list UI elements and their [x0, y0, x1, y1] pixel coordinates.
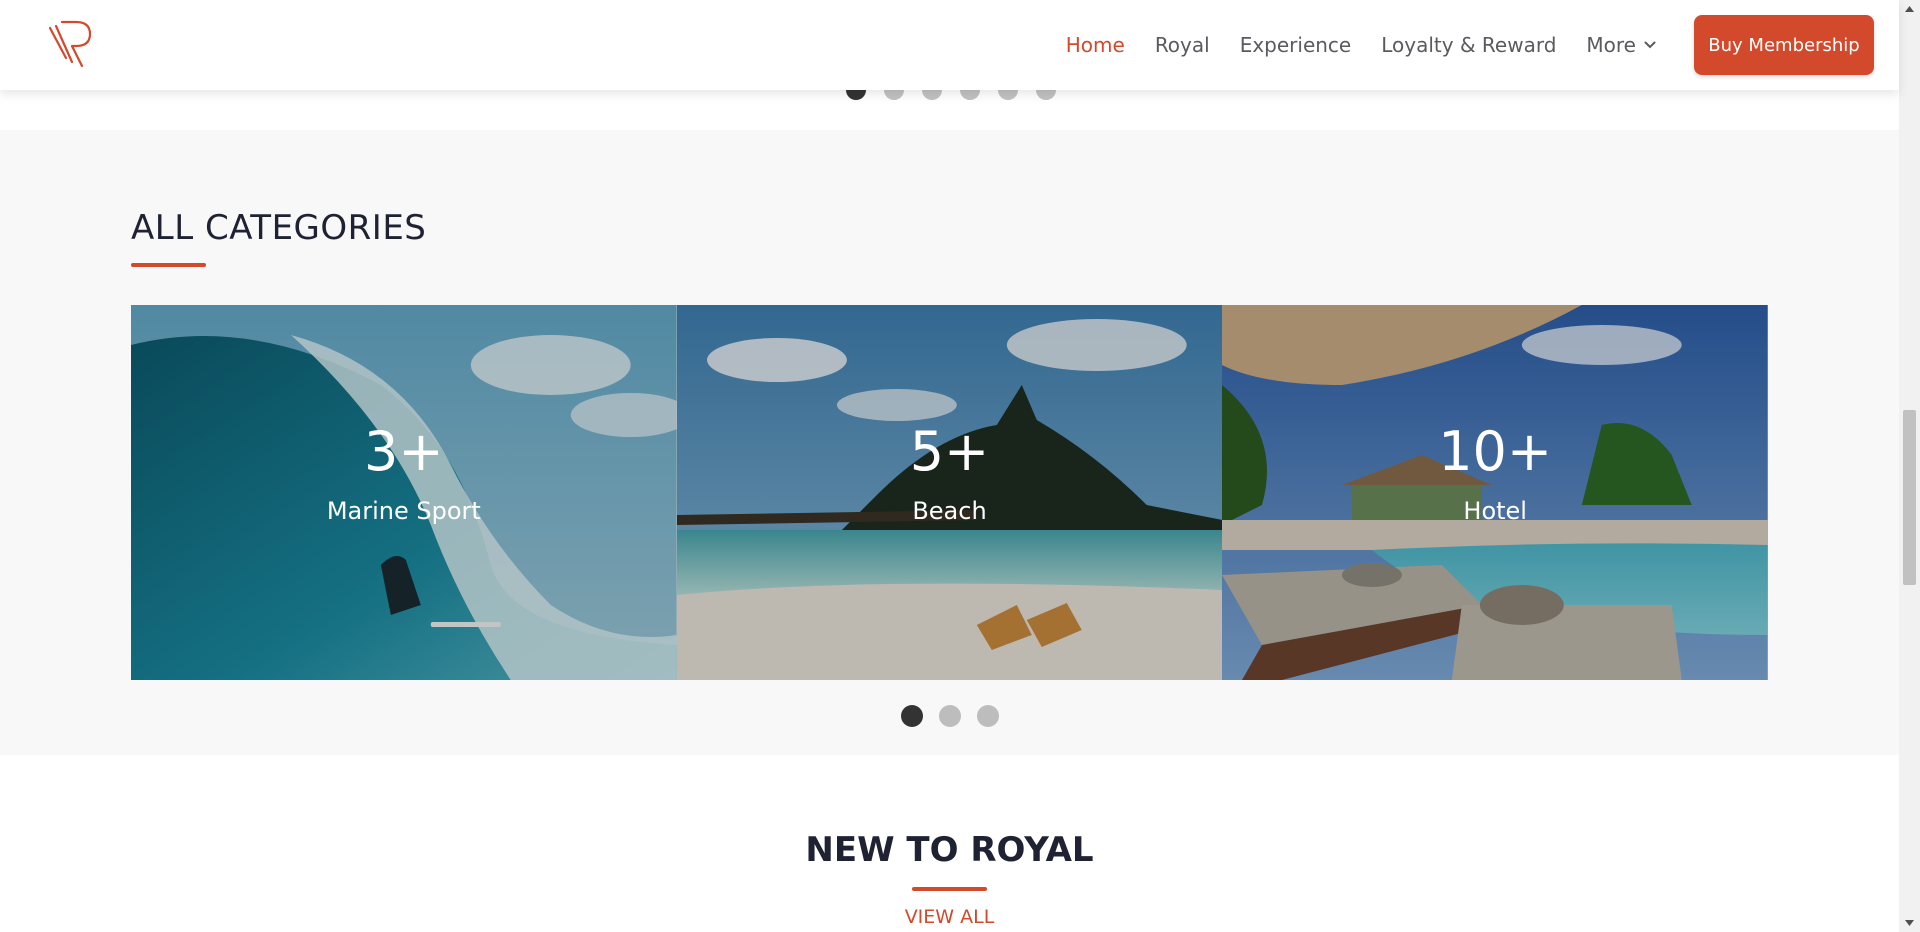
nav-more-label: More — [1586, 33, 1636, 57]
title-underline — [131, 263, 206, 267]
category-card-beach[interactable]: 5+ Beach — [676, 305, 1223, 680]
category-count: 5+ — [909, 420, 990, 483]
page-scrollbar[interactable] — [1899, 0, 1920, 932]
nav-loyalty-reward[interactable]: Loyalty & Reward — [1381, 33, 1556, 57]
category-label: Marine Sport — [326, 497, 481, 525]
chevron-down-icon — [1644, 41, 1656, 49]
royal-logo-icon[interactable] — [46, 16, 98, 68]
buy-membership-button[interactable]: Buy Membership — [1694, 15, 1874, 75]
nav-royal[interactable]: Royal — [1155, 33, 1210, 57]
all-categories-section: ALL CATEGORIES 3+ Marine Sport 5+ Beach … — [0, 130, 1899, 755]
category-label: Hotel — [1463, 497, 1527, 525]
category-label: Beach — [912, 497, 987, 525]
category-count: 10+ — [1438, 420, 1553, 483]
nav-experience[interactable]: Experience — [1240, 33, 1352, 57]
scrollbar-thumb[interactable] — [1903, 410, 1916, 585]
nav-home[interactable]: Home — [1066, 33, 1125, 57]
category-card-hotel[interactable]: 10+ Hotel — [1222, 305, 1769, 680]
scroll-down-arrow-icon[interactable] — [1904, 919, 1915, 927]
nav-more[interactable]: More — [1586, 33, 1656, 57]
category-carousel-dots — [901, 705, 999, 727]
carousel-dot[interactable] — [939, 705, 961, 727]
title-underline — [912, 887, 987, 891]
new-to-royal-title: NEW TO ROYAL — [805, 830, 1094, 870]
category-carousel: 3+ Marine Sport 5+ Beach 10+ Hotel — [131, 305, 1769, 680]
view-all-link[interactable]: VIEW ALL — [0, 906, 1899, 928]
carousel-dot[interactable] — [901, 705, 923, 727]
main-nav: Home Royal Experience Loyalty & Reward M… — [1036, 0, 1899, 90]
carousel-dot[interactable] — [977, 705, 999, 727]
section-title: ALL CATEGORIES — [131, 208, 427, 248]
category-count: 3+ — [364, 420, 444, 483]
site-header: Home Royal Experience Loyalty & Reward M… — [0, 0, 1899, 90]
category-card-marine-sport[interactable]: 3+ Marine Sport — [131, 305, 677, 680]
scroll-up-arrow-icon[interactable] — [1904, 5, 1915, 13]
